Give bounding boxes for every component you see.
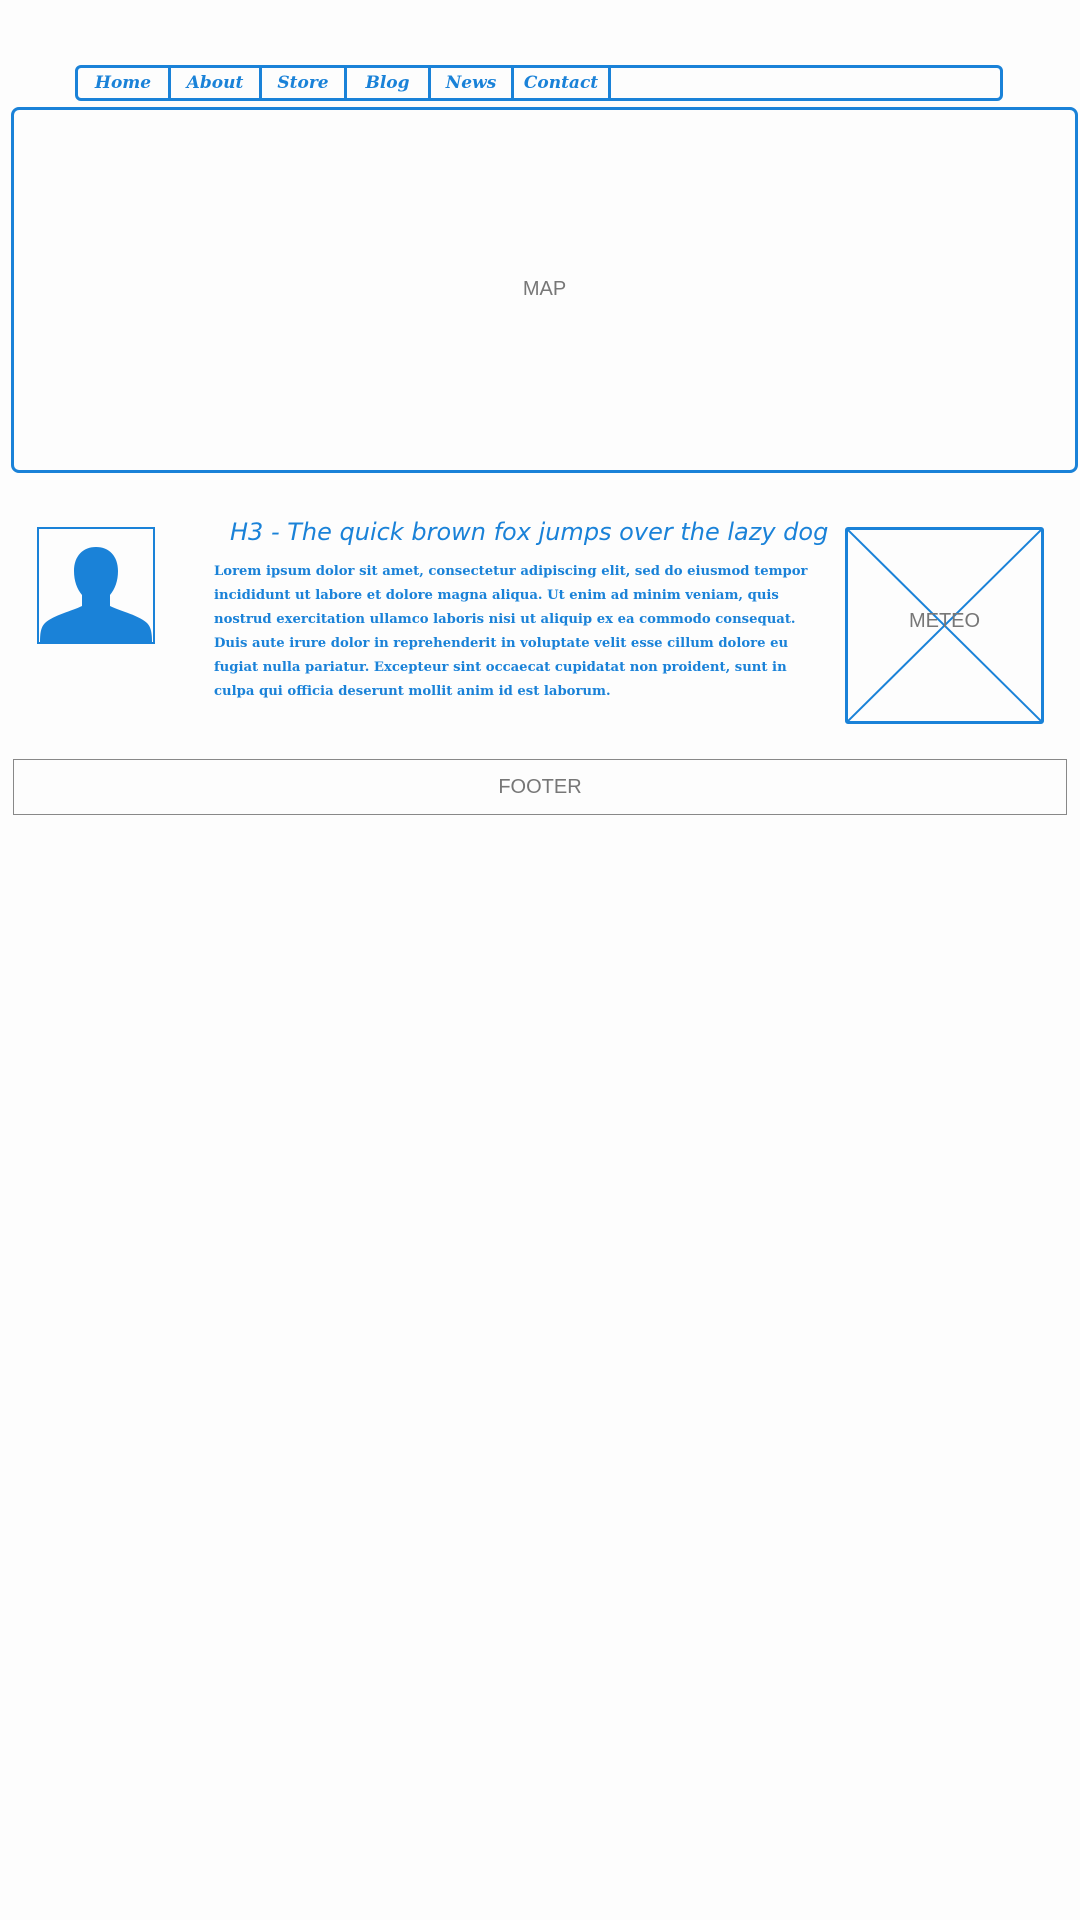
- meteo-label: METEO: [908, 610, 981, 632]
- meteo-widget[interactable]: METEO: [845, 527, 1044, 724]
- nav-bar: Home About Store Blog News Contact: [75, 65, 1003, 101]
- nav-item-contact[interactable]: Contact: [514, 68, 611, 98]
- user-silhouette-icon: [40, 547, 152, 642]
- avatar: [37, 527, 155, 644]
- body-paragraph: Lorem ipsum dolor sit amet, consectetur …: [214, 564, 808, 699]
- nav-item-about[interactable]: About: [171, 68, 262, 98]
- nav-item-news[interactable]: News: [431, 68, 514, 98]
- nav-item-store[interactable]: Store: [262, 68, 347, 98]
- nav-item-blog[interactable]: Blog: [347, 68, 431, 98]
- map-label: MAP: [522, 277, 567, 300]
- section-heading: H3 - The quick brown fox jumps over the …: [230, 518, 829, 546]
- map-placeholder[interactable]: MAP: [11, 107, 1078, 473]
- nav-item-home[interactable]: Home: [78, 68, 171, 98]
- footer-label: FOOTER: [498, 775, 582, 798]
- footer: FOOTER: [13, 759, 1067, 815]
